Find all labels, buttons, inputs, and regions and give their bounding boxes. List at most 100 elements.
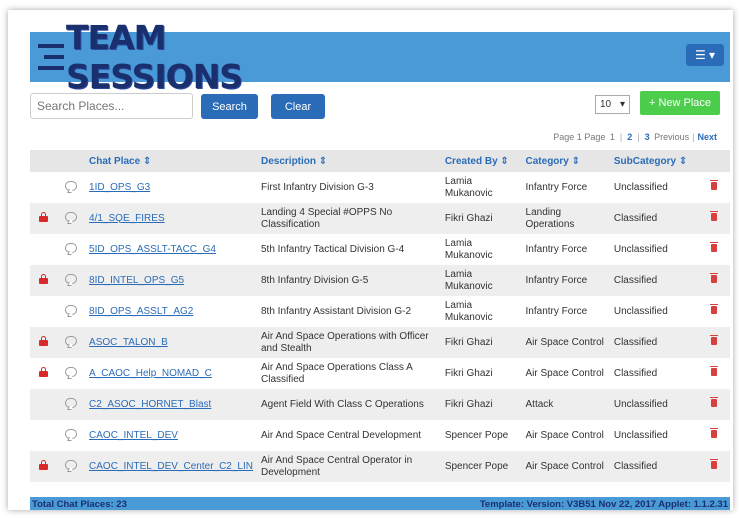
description-cell: Air And Space Operations Class A Classif… [261,361,413,385]
page-current: 1 [576,132,582,142]
chat-place-link[interactable]: 1ID_OPS_G3 [89,182,150,193]
chat-places-table: Chat Place ⇕ Description ⇕ Created By ⇕ … [30,150,730,482]
chat-icon[interactable] [65,335,78,346]
description-cell: Landing 4 Special #OPPS No Classificatio… [261,206,393,230]
header-description[interactable]: Description ⇕ [257,150,441,172]
description-cell: Air And Space Central Development [261,429,422,441]
template-info: Template: Version: V3B51 Nov 22, 2017 Ap… [479,498,728,510]
chat-icon[interactable] [65,211,78,222]
chat-place-link[interactable]: A_CAOC_Help_NOMAD_C [89,368,212,379]
trash-icon[interactable] [710,241,719,252]
created-by-cell: Lamia Mukanovic [444,237,493,261]
trash-icon[interactable] [710,334,719,345]
menu-button[interactable]: ☰ ▾ [686,44,724,66]
header-subcategory[interactable]: SubCategory ⇕ [610,150,699,172]
page-link-3[interactable]: 3 [645,132,650,142]
logo-lines-icon [38,43,64,70]
logo-text: TEAM SESSIONS [66,17,243,96]
clear-button[interactable]: Clear [271,94,325,119]
description-cell: 8th Infantry Division G-5 [261,274,369,286]
sort-icon: ⇕ [500,155,509,167]
chat-place-link[interactable]: CAOC_INTEL_DEV_Center_C2_LIN [89,461,253,472]
chat-icon[interactable] [65,273,78,284]
subcategory-cell: Classified [613,336,658,348]
table-row: A_CAOC_Help_NOMAD_C Air And Space Operati… [30,358,730,389]
header-category[interactable]: Category ⇕ [522,150,610,172]
created-by-cell: Lamia Mukanovic [444,299,493,323]
next-link[interactable]: Next [697,132,717,142]
description-cell: Agent Field With Class C Operations [261,398,424,410]
page-label: Page [553,132,575,142]
created-by-cell: Fikri Ghazi [444,212,493,224]
subcategory-cell: Unclassified [613,305,668,317]
app-window: TEAM SESSIONS ☰ ▾ Search Clear 10 ▾ + Ne… [8,10,733,510]
page-link-1[interactable]: 1 [610,132,615,142]
team-sessions-logo: TEAM SESSIONS [38,18,284,96]
chat-place-link[interactable]: CAOC_INTEL_DEV [89,430,178,441]
table-row: 4/1_SQE_FIRES Landing 4 Special #OPPS No … [30,203,730,234]
page-size-value: 10 [600,99,612,110]
table-row: CAOC_INTEL_DEV Air And Space Central Deve… [30,420,730,451]
chat-icon[interactable] [65,180,78,191]
search-input[interactable] [30,93,193,119]
lock-icon [39,211,49,222]
created-by-cell: Fikri Ghazi [444,398,493,410]
description-cell: 5th Infantry Tactical Division G-4 [261,243,405,255]
chat-place-link[interactable]: 8ID_INTEL_OPS_G5 [89,275,184,286]
page-link-2[interactable]: 2 [627,132,632,142]
header-chat-place[interactable]: Chat Place ⇕ [85,150,257,172]
created-by-cell: Lamia Mukanovic [444,268,493,292]
trash-icon[interactable] [710,458,719,469]
description-cell: Air And Space Operations with Officer an… [261,330,429,354]
description-cell: Air And Space Central Operator in Develo… [261,454,413,478]
chat-icon[interactable] [65,242,78,253]
chat-icon[interactable] [65,366,78,377]
new-place-button[interactable]: + New Place [640,91,720,115]
chat-place-link[interactable]: ASOC_TALON_B [89,337,168,348]
subcategory-cell: Unclassified [613,181,668,193]
chat-place-link[interactable]: 8ID_OPS_ASSLT_AG2 [89,306,193,317]
chat-icon[interactable] [65,428,78,439]
trash-icon[interactable] [710,427,719,438]
chat-icon[interactable] [65,397,78,408]
category-cell: Attack [525,398,554,410]
chat-icon[interactable] [65,304,78,315]
table-row: ASOC_TALON_B Air And Space Operations wit… [30,327,730,358]
search-button[interactable]: Search [201,94,258,119]
dropdown-arrow-icon: ▾ [619,99,625,110]
total-count: Total Chat Places: 23 [32,498,127,510]
subcategory-cell: Classified [613,367,658,379]
trash-icon[interactable] [710,365,719,376]
category-cell: Air Space Control [525,367,604,379]
chat-place-link[interactable]: C2_ASOC_HORNET_Blast [89,399,211,410]
page-size-select[interactable]: 10 ▾ [595,95,630,114]
created-by-cell: Fikri Ghazi [444,336,493,348]
pagination: Page 1 Page 1 | 2 | 3 Previous | Next [553,132,717,142]
status-footer: Total Chat Places: 23 Template: Version:… [30,497,730,510]
table-row: CAOC_INTEL_DEV_Center_C2_LIN Air And Spac… [30,451,730,482]
previous-link[interactable]: Previous [654,132,689,142]
trash-icon[interactable] [710,272,719,283]
hamburger-icon: ☰ ▾ [694,48,716,62]
table-row: 5ID_OPS_ASSLT-TACC_G4 5th Infantry Tactic… [30,234,730,265]
trash-icon[interactable] [710,396,719,407]
chat-place-link[interactable]: 5ID_OPS_ASSLT-TACC_G4 [89,244,216,255]
header-created-by[interactable]: Created By ⇕ [441,150,522,172]
table-row: 8ID_OPS_ASSLT_AG2 8th Infantry Assistant … [30,296,730,327]
trash-icon[interactable] [710,303,719,314]
table-row: 8ID_INTEL_OPS_G5 8th Infantry Division G-… [30,265,730,296]
sort-icon: ⇕ [318,155,328,167]
trash-icon[interactable] [710,210,719,221]
category-cell: Landing Operations [525,206,575,230]
search-toolbar: Search Clear 10 ▾ + New Place [30,91,730,119]
sort-icon: ⇕ [678,155,688,167]
lock-icon [39,273,49,284]
table-row: C2_ASOC_HORNET_Blast Agent Field With Cla… [30,389,730,420]
page-label-2: Page [584,132,606,142]
lock-icon [39,335,49,346]
category-cell: Infantry Force [525,181,588,193]
trash-icon[interactable] [710,179,719,190]
chat-place-link[interactable]: 4/1_SQE_FIRES [89,213,165,224]
chat-icon[interactable] [65,459,78,470]
app-header: TEAM SESSIONS ☰ ▾ [30,18,730,96]
